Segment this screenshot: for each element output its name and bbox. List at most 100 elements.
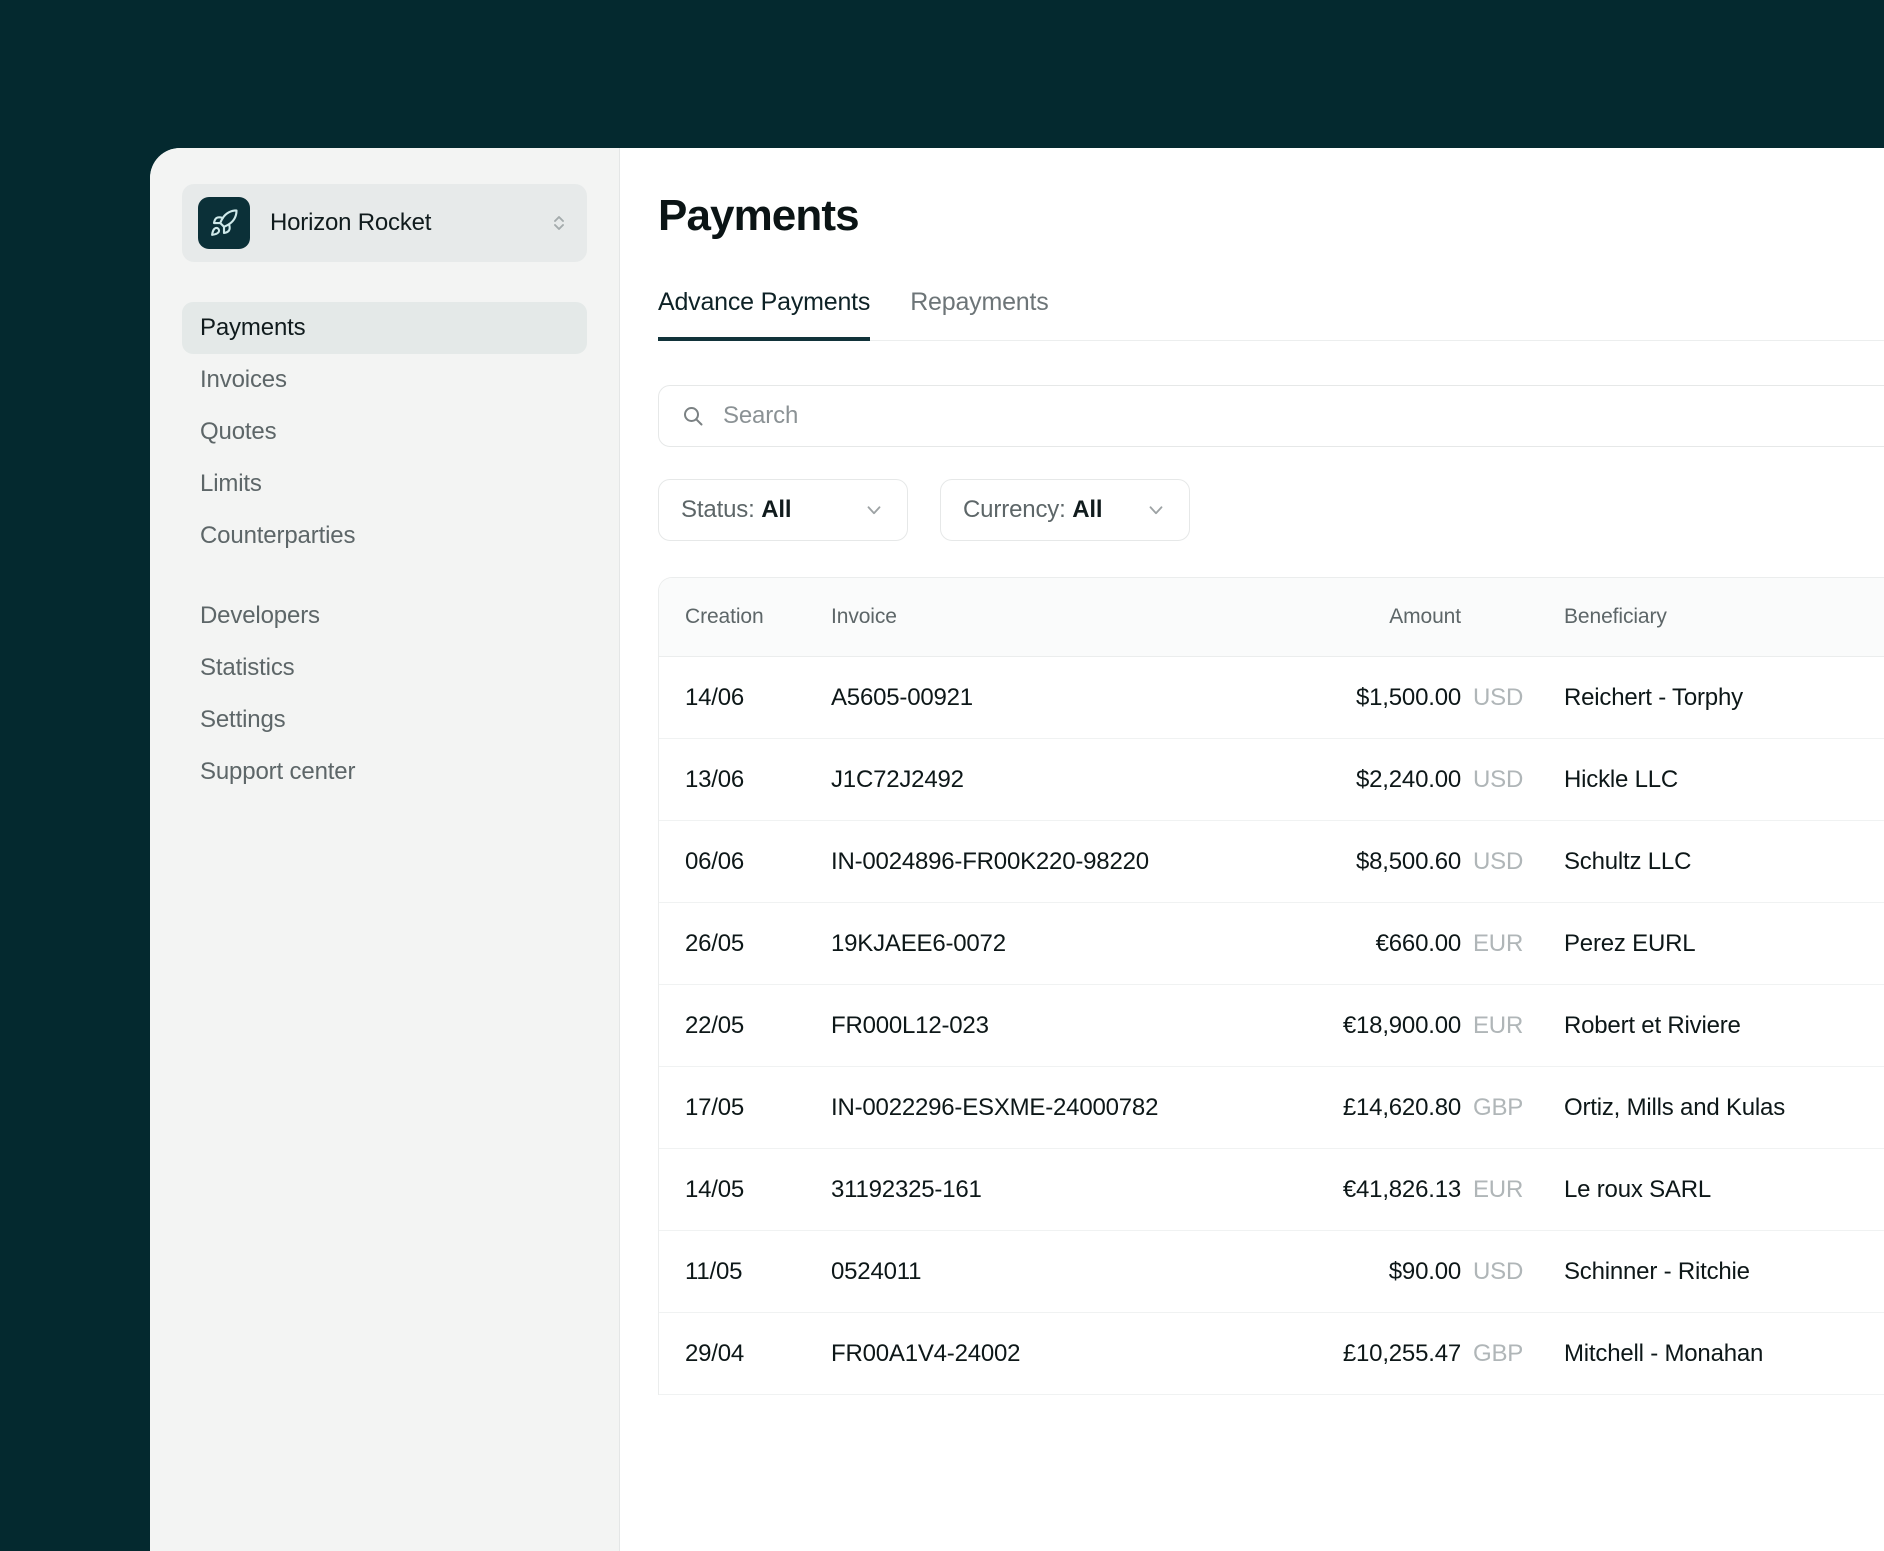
table-row[interactable]: 17/05 IN-0022296-ESXME-24000782 £14,620.… (659, 1067, 1884, 1150)
sidebar-item-developers[interactable]: Developers (182, 590, 587, 642)
sidebar-item-label: Developers (200, 602, 320, 629)
cell-beneficiary: Reichert - Torphy (1564, 683, 1743, 711)
status-filter-prefix: Status: (681, 496, 762, 524)
cell-creation: 17/05 (685, 1093, 745, 1121)
sidebar-item-invoices[interactable]: Invoices (182, 354, 587, 406)
column-header-invoice[interactable]: Invoice (831, 605, 1286, 629)
app-root: Horizon Rocket Payments Invoices Quotes (0, 0, 1884, 1551)
table-row[interactable]: 14/05 31192325-161 €41,826.13 EUR Le rou… (659, 1149, 1884, 1232)
cell-invoice: A5605-00921 (831, 683, 973, 711)
table-row[interactable]: 11/05 0524011 $90.00 USD Schinner - Ritc… (659, 1231, 1884, 1314)
cell-creation: 29/04 (685, 1339, 745, 1367)
cell-beneficiary: Perez EURL (1564, 929, 1696, 957)
sidebar-item-label: Settings (200, 706, 286, 733)
app-panel: Horizon Rocket Payments Invoices Quotes (150, 148, 1884, 1551)
currency-filter-value: All (1072, 496, 1103, 524)
cell-currency: GBP (1473, 1093, 1524, 1121)
cell-currency: USD (1473, 765, 1524, 793)
cell-creation: 06/06 (685, 847, 745, 875)
column-header-amount[interactable]: Amount (1286, 605, 1461, 629)
cell-amount: €18,900.00 (1342, 1011, 1461, 1039)
chevron-down-icon[interactable] (1105, 499, 1167, 521)
sidebar-item-quotes[interactable]: Quotes (182, 406, 587, 458)
tab-advance-payments[interactable]: Advance Payments (658, 288, 871, 342)
table-row[interactable]: 14/06 A5605-00921 $1,500.00 USD Reichert… (659, 657, 1884, 740)
status-filter-label: Status: All (681, 496, 792, 524)
cell-beneficiary: Schinner - Ritchie (1564, 1257, 1750, 1285)
tab-bar: Advance Payments Repayments (658, 288, 1884, 342)
cell-creation: 14/06 (685, 683, 745, 711)
cell-amount: $90.00 (1388, 1257, 1461, 1285)
column-header-creation[interactable]: Creation (659, 605, 831, 629)
cell-beneficiary: Schultz LLC (1564, 847, 1692, 875)
cell-beneficiary: Le roux SARL (1564, 1175, 1712, 1203)
tab-label: Advance Payments (658, 288, 871, 317)
currency-filter-dropdown[interactable]: Currency: All (940, 479, 1190, 542)
search-input[interactable] (721, 401, 1884, 432)
workspace-name: Horizon Rocket (270, 209, 432, 236)
cell-currency: EUR (1473, 929, 1524, 957)
table-row[interactable]: 29/04 FR00A1V4-24002 £10,255.47 GBP Mitc… (659, 1313, 1884, 1396)
sidebar-item-label: Statistics (200, 654, 295, 681)
cell-creation: 22/05 (685, 1011, 745, 1039)
table-row[interactable]: 26/05 19KJAEE6-0072 €660.00 EUR Perez EU… (659, 903, 1884, 986)
cell-invoice: IN-0022296-ESXME-24000782 (831, 1093, 1159, 1121)
payments-table: Creation Invoice Amount Beneficiary 14/0… (658, 577, 1884, 1396)
sidebar-item-label: Quotes (200, 418, 277, 445)
sidebar-item-statistics[interactable]: Statistics (182, 642, 587, 694)
cell-beneficiary: Robert et Riviere (1564, 1011, 1741, 1039)
filter-row: Status: All Currency: All (658, 479, 1884, 542)
cell-invoice: J1C72J2492 (831, 765, 964, 793)
cell-currency: USD (1473, 847, 1524, 875)
tab-repayments[interactable]: Repayments (910, 288, 1049, 341)
cell-amount: £10,255.47 (1342, 1339, 1461, 1367)
cell-creation: 26/05 (685, 929, 745, 957)
cell-currency: EUR (1473, 1175, 1524, 1203)
cell-currency: USD (1473, 1257, 1524, 1285)
cell-currency: USD (1473, 683, 1524, 711)
cell-invoice: IN-0024896-FR00K220-98220 (831, 847, 1149, 875)
cell-beneficiary: Hickle LLC (1564, 765, 1679, 793)
cell-invoice: 19KJAEE6-0072 (831, 929, 1006, 957)
sidebar-divider-spacer (182, 562, 587, 590)
cell-amount: $8,500.60 (1356, 847, 1461, 875)
sidebar-item-payments[interactable]: Payments (182, 302, 587, 354)
rocket-icon (198, 197, 250, 249)
sidebar-item-limits[interactable]: Limits (182, 458, 587, 510)
cell-creation: 14/05 (685, 1175, 745, 1203)
sidebar-item-label: Counterparties (200, 522, 356, 549)
main-content: Payments Advance Payments Repayments Sea… (620, 148, 1884, 1551)
cell-invoice: 31192325-161 (831, 1175, 982, 1203)
column-header-beneficiary[interactable]: Beneficiary (1556, 605, 1884, 629)
cell-beneficiary: Ortiz, Mills and Kulas (1564, 1093, 1785, 1121)
table-row[interactable]: 13/06 J1C72J2492 $2,240.00 USD Hickle LL… (659, 739, 1884, 822)
cell-invoice: FR000L12-023 (831, 1011, 989, 1039)
search-bar[interactable] (658, 385, 1884, 448)
cell-amount: €41,826.13 (1342, 1175, 1461, 1203)
currency-filter-prefix: Currency: (963, 496, 1073, 524)
sidebar-item-counterparties[interactable]: Counterparties (182, 510, 587, 562)
cell-beneficiary: Mitchell - Monahan (1564, 1339, 1764, 1367)
chevron-up-down-icon[interactable] (549, 211, 569, 235)
cell-amount: $2,240.00 (1356, 765, 1461, 793)
cell-creation: 11/05 (685, 1257, 743, 1285)
sidebar-item-label: Limits (200, 470, 262, 497)
table-header-row: Creation Invoice Amount Beneficiary (659, 578, 1884, 658)
tab-label: Repayments (910, 288, 1049, 317)
cell-invoice: 0524011 (831, 1257, 922, 1285)
cell-creation: 13/06 (685, 765, 745, 793)
table-row[interactable]: 06/06 IN-0024896-FR00K220-98220 $8,500.6… (659, 821, 1884, 904)
status-filter-value: All (761, 496, 792, 524)
chevron-down-icon[interactable] (823, 499, 885, 521)
sidebar-item-support-center[interactable]: Support center (182, 746, 587, 798)
table-row[interactable]: 22/05 FR000L12-023 €18,900.00 EUR Robert… (659, 985, 1884, 1068)
currency-filter-label: Currency: All (963, 496, 1103, 524)
sidebar-item-settings[interactable]: Settings (182, 694, 587, 746)
page-title: Payments (658, 191, 860, 240)
cell-amount: $1,500.00 (1356, 683, 1461, 711)
status-filter-dropdown[interactable]: Status: All (658, 479, 908, 542)
sidebar-item-label: Support center (200, 758, 356, 785)
workspace-switcher[interactable]: Horizon Rocket (182, 184, 587, 262)
search-icon (681, 404, 705, 428)
sidebar-item-label: Invoices (200, 366, 287, 393)
